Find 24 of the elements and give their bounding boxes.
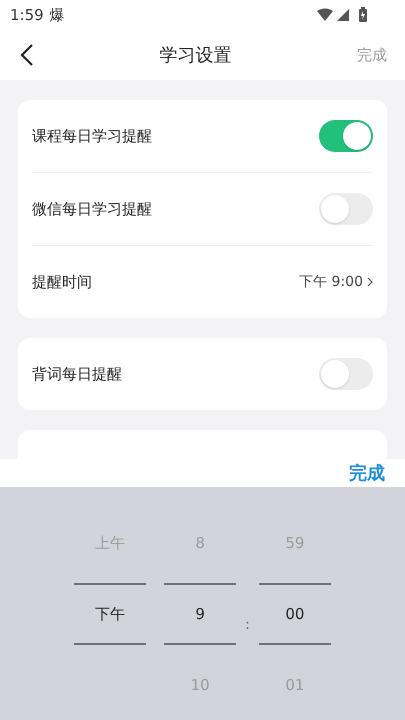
reminder-time-value[interactable]: 下午 9:00 [299,273,363,291]
picker-option[interactable]: 上午 [95,534,126,552]
setting-label: 课程每日学习提醒 [32,126,153,146]
toggle-switch[interactable] [319,358,373,390]
picker-option[interactable]: 9 [195,605,205,623]
notification-icon: 爆 [50,6,65,24]
toggle-switch[interactable] [319,193,373,225]
status-time: 1:59 [10,6,44,24]
picker-option[interactable]: 00 [285,605,304,623]
picker-option[interactable]: 10 [190,676,210,694]
chevron-icon [367,277,373,287]
done-link[interactable]: 完成 [357,46,387,64]
toggle-switch[interactable] [319,120,373,152]
setting-label: 背词每日提醒 [32,364,123,384]
done-button[interactable]: 完成 [349,461,385,485]
page-title: 学习设置 [160,44,232,67]
picker-option[interactable]: 59 [285,534,304,552]
time-separator: : [245,617,250,633]
back-icon[interactable] [20,44,34,66]
picker-option[interactable]: 01 [285,676,304,694]
picker-option[interactable]: 8 [195,534,205,552]
setting-label: 提醒时间 [32,272,93,292]
picker-option[interactable]: 下午 [95,604,126,624]
setting-label: 微信每日学习提醒 [32,200,153,218]
